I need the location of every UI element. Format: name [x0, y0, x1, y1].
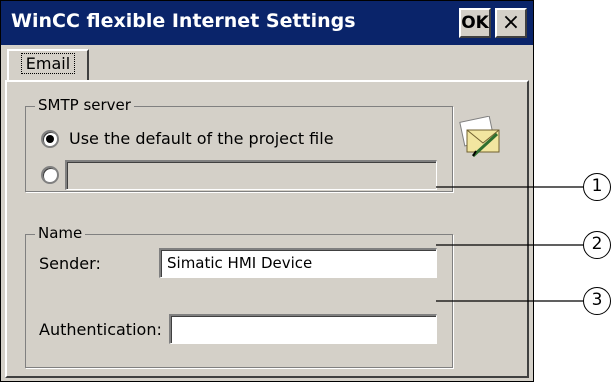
- callout-2: 2: [583, 231, 611, 259]
- callout-1: 1: [583, 173, 611, 201]
- callout-lines: [436, 186, 583, 302]
- callout-3: 3: [583, 287, 611, 315]
